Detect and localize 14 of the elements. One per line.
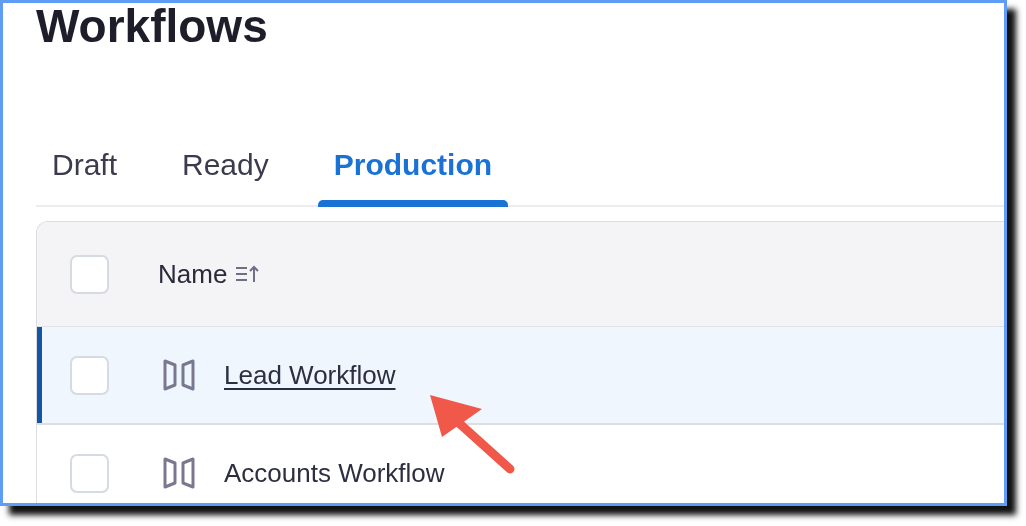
page-title: Workflows bbox=[36, 3, 268, 53]
workflow-link[interactable]: Lead Workflow bbox=[224, 359, 396, 391]
tab[interactable]: Ready bbox=[166, 125, 285, 205]
tab[interactable]: Draft bbox=[36, 125, 133, 205]
workflow-icon bbox=[162, 359, 196, 391]
table-row[interactable]: Lead Workflow bbox=[37, 327, 1004, 425]
column-header[interactable]: Name bbox=[158, 258, 228, 290]
row-checkbox[interactable] bbox=[70, 355, 109, 395]
workflow-icon bbox=[162, 457, 196, 489]
workflow-link[interactable]: Accounts Workflow bbox=[224, 457, 445, 489]
row-checkbox[interactable] bbox=[70, 453, 109, 493]
select-all-checkbox[interactable] bbox=[70, 254, 109, 294]
tab[interactable]: Production bbox=[317, 125, 509, 205]
table-row[interactable]: Accounts Workflow bbox=[37, 425, 1004, 503]
